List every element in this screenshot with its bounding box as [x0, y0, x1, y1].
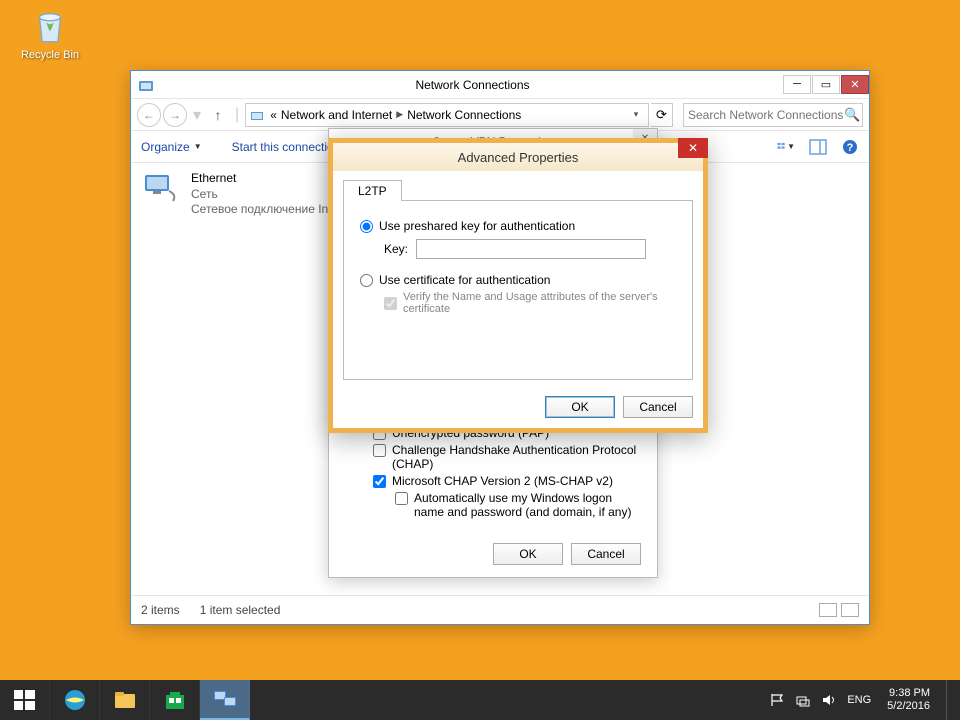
tray-language[interactable]: ENG: [847, 694, 871, 706]
verify-cert-checkbox-row: Verify the Name and Usage attributes of …: [384, 291, 676, 315]
taskbar: ENG 9:38 PM 5/2/2016: [0, 680, 960, 720]
desktop-icon-recycle-bin[interactable]: Recycle Bin: [15, 5, 85, 61]
cancel-button[interactable]: Cancel: [623, 396, 693, 418]
view-options-icon[interactable]: ▼: [777, 138, 795, 156]
nav-up-button[interactable]: ↑: [207, 104, 229, 126]
minimize-button[interactable]: ─: [783, 75, 811, 94]
status-bar: 2 items 1 item selected: [131, 595, 869, 623]
dialog-title[interactable]: Advanced Properties ✕: [333, 143, 703, 171]
chevron-down-icon: ▼: [787, 142, 795, 151]
breadcrumb-item[interactable]: Network Connections: [407, 108, 521, 122]
ok-button[interactable]: OK: [493, 543, 563, 565]
taskbar-ie-icon[interactable]: [50, 680, 100, 720]
taskbar-explorer-icon[interactable]: [100, 680, 150, 720]
chap-checkbox-row[interactable]: Challenge Handshake Authentication Proto…: [373, 443, 639, 471]
show-desktop-button[interactable]: [946, 680, 954, 720]
refresh-button[interactable]: ⟳: [651, 103, 673, 127]
search-box[interactable]: 🔍: [683, 103, 863, 127]
tab-l2tp[interactable]: L2TP: [343, 180, 402, 201]
breadcrumb-icon: [250, 107, 266, 123]
view-details-icon[interactable]: [819, 603, 837, 617]
chevron-down-icon: ▼: [194, 142, 202, 151]
breadcrumb[interactable]: « Network and Internet ▶ Network Connect…: [245, 103, 649, 127]
adapter-device: Сетевое подключение Intel...: [191, 202, 351, 218]
search-input[interactable]: [688, 108, 844, 122]
key-label: Key:: [384, 242, 408, 256]
chevron-right-icon: ▶: [396, 109, 403, 120]
ethernet-icon: [143, 171, 183, 203]
recycle-bin-icon: [29, 5, 71, 47]
navigation-row: ← → ▾ ↑ | « Network and Internet ▶ Netwo…: [131, 99, 869, 131]
certificate-radio-row[interactable]: Use certificate for authentication: [360, 273, 676, 287]
status-item-count: 2 items: [141, 603, 180, 617]
help-icon[interactable]: ?: [841, 138, 859, 156]
organize-menu[interactable]: Organize ▼: [141, 140, 202, 154]
start-connection-button[interactable]: Start this connection: [232, 140, 341, 154]
tray-network-icon[interactable]: [795, 692, 811, 708]
tray-flag-icon[interactable]: [769, 692, 785, 708]
tab-panel: Use preshared key for authentication Key…: [343, 200, 693, 380]
autologon-checkbox[interactable]: [395, 492, 408, 505]
start-button[interactable]: [0, 680, 50, 720]
preshared-key-radio[interactable]: [360, 220, 373, 233]
search-icon[interactable]: 🔍: [844, 107, 858, 123]
view-large-icon[interactable]: [841, 603, 859, 617]
taskbar-store-icon[interactable]: [150, 680, 200, 720]
close-button[interactable]: ✕: [841, 75, 869, 94]
adapter-name: Ethernet: [191, 171, 351, 187]
autologon-checkbox-row[interactable]: Automatically use my Windows logon name …: [395, 491, 639, 519]
taskbar-network-icon[interactable]: [200, 680, 250, 720]
nav-back-button[interactable]: ←: [137, 103, 161, 127]
nav-forward-button[interactable]: →: [163, 103, 187, 127]
key-input[interactable]: [416, 239, 646, 259]
window-titlebar[interactable]: Network Connections ─ ▭ ✕: [131, 71, 869, 99]
adapter-status: Сеть: [191, 187, 351, 203]
certificate-radio[interactable]: [360, 274, 373, 287]
breadcrumb-prefix: «: [270, 108, 277, 122]
desktop-icon-label: Recycle Bin: [15, 49, 85, 61]
preshared-key-radio-row[interactable]: Use preshared key for authentication: [360, 219, 676, 233]
ok-button[interactable]: OK: [545, 396, 615, 418]
breadcrumb-item[interactable]: Network and Internet: [281, 108, 392, 122]
tray-volume-icon[interactable]: [821, 692, 837, 708]
maximize-button[interactable]: ▭: [812, 75, 840, 94]
window-title: Network Connections: [163, 78, 782, 92]
mschap-checkbox-row[interactable]: Microsoft CHAP Version 2 (MS-CHAP v2): [373, 474, 639, 488]
svg-text:?: ?: [847, 142, 854, 154]
mschap-checkbox[interactable]: [373, 475, 386, 488]
breadcrumb-dropdown[interactable]: ▾: [628, 109, 644, 120]
verify-cert-checkbox: [384, 297, 397, 310]
window-app-icon: [137, 75, 157, 95]
status-selected-count: 1 item selected: [200, 603, 281, 617]
cancel-button[interactable]: Cancel: [571, 543, 641, 565]
taskbar-clock[interactable]: 9:38 PM 5/2/2016: [881, 687, 936, 713]
chap-checkbox[interactable]: [373, 444, 386, 457]
close-button[interactable]: ✕: [678, 138, 708, 158]
advanced-properties-dialog: Advanced Properties ✕ L2TP Use preshared…: [328, 138, 708, 433]
preview-pane-icon[interactable]: [809, 138, 827, 156]
